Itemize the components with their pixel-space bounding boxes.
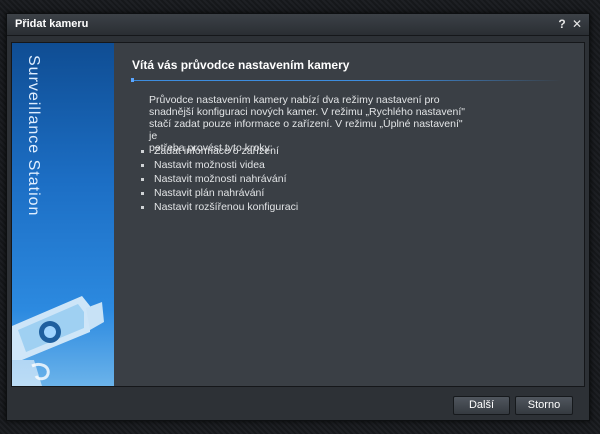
wizard-sidebar: Surveillance Station — [12, 43, 114, 386]
next-button[interactable]: Další — [453, 396, 510, 415]
list-item: Nastavit rozšířenou konfiguraci — [141, 200, 298, 214]
dialog-title: Přidat kameru — [15, 18, 89, 30]
help-icon[interactable]: ? — [555, 17, 569, 31]
list-item: Nastavit plán nahrávání — [141, 186, 298, 200]
divider-marker — [131, 78, 134, 82]
dialog-footer: Další Storno — [7, 390, 589, 420]
intro-line: stačí zadat pouze informace o zařízení. … — [149, 118, 463, 142]
add-camera-dialog: Přidat kameru ? ✕ Surveillance Station V… — [6, 13, 590, 421]
list-item: Nastavit možnosti nahrávání — [141, 172, 298, 186]
steps-list: Zadat informace o zařízení Nastavit možn… — [141, 144, 298, 214]
intro-line: snadnější konfiguraci nových kamer. V re… — [149, 106, 465, 118]
brand-label: Surveillance Station — [25, 55, 42, 217]
intro-line: Průvodce nastavením kamery nabízí dva re… — [149, 94, 440, 106]
cancel-button[interactable]: Storno — [515, 396, 573, 415]
wizard-content: Vítá vás průvodce nastavením kamery Prův… — [115, 43, 584, 386]
wizard-body: Surveillance Station Vítá vás průvodce n… — [11, 42, 585, 387]
list-item: Nastavit možnosti videa — [141, 158, 298, 172]
close-icon[interactable]: ✕ — [570, 17, 584, 31]
list-item: Zadat informace o zařízení — [141, 144, 298, 158]
heading-divider — [132, 80, 562, 81]
dialog-titlebar[interactable]: Přidat kameru ? ✕ — [7, 14, 589, 36]
page-title: Vítá vás průvodce nastavením kamery — [132, 58, 350, 72]
surveillance-camera-icon — [12, 296, 104, 386]
